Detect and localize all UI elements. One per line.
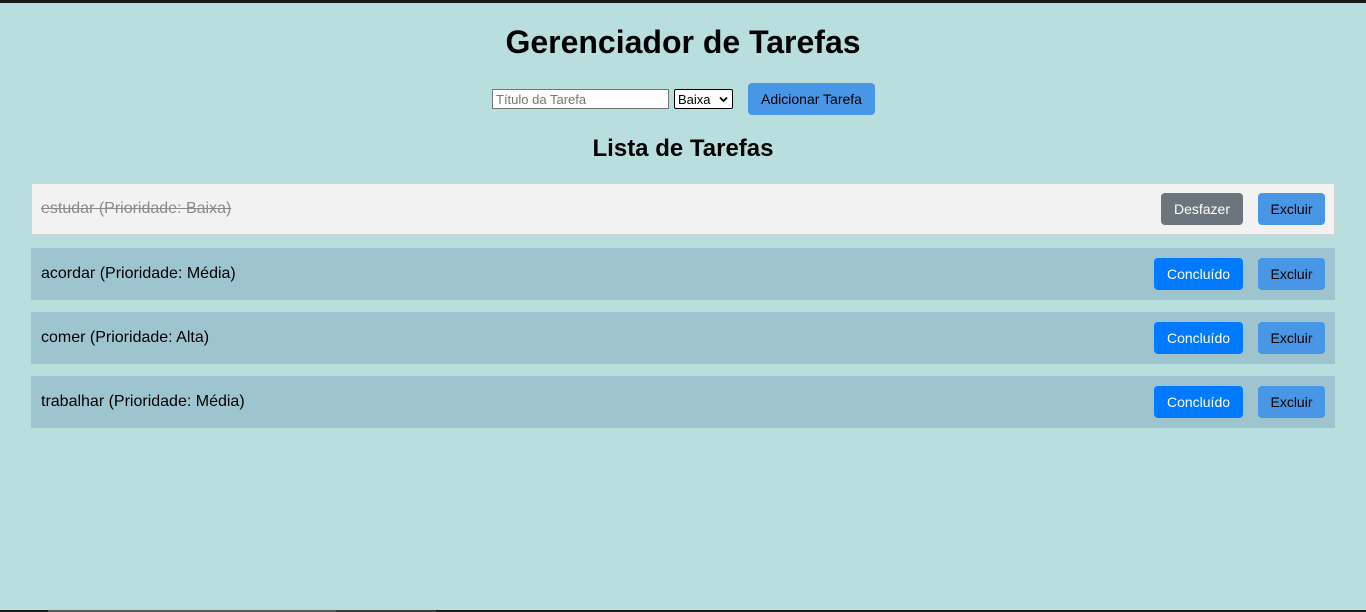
task-title-input[interactable]	[492, 89, 669, 109]
undo-button[interactable]: Desfazer	[1161, 193, 1243, 225]
task-text: acordar (Prioridade: Média)	[41, 265, 236, 282]
task-row: acordar (Prioridade: Média) Concluído Ex…	[31, 248, 1335, 300]
priority-select[interactable]: Baixa	[674, 89, 733, 109]
task-row: trabalhar (Prioridade: Média) Concluído …	[31, 376, 1335, 428]
chevron-down-icon	[719, 96, 728, 103]
complete-button[interactable]: Concluído	[1154, 386, 1243, 418]
priority-select-value: Baixa	[678, 91, 711, 107]
delete-button[interactable]: Excluir	[1258, 193, 1325, 225]
delete-button[interactable]: Excluir	[1258, 258, 1325, 290]
complete-button[interactable]: Concluído	[1154, 322, 1243, 354]
add-task-form: Baixa Adicionar Tarefa	[492, 83, 875, 115]
task-text: estudar (Prioridade: Baixa)	[41, 200, 232, 217]
delete-button[interactable]: Excluir	[1258, 386, 1325, 418]
task-list-title: Lista de Tarefas	[592, 135, 774, 162]
task-text: trabalhar (Prioridade: Média)	[41, 393, 245, 410]
delete-button[interactable]: Excluir	[1258, 322, 1325, 354]
task-text: comer (Prioridade: Alta)	[41, 329, 210, 346]
task-row-done: estudar (Prioridade: Baixa) Desfazer Exc…	[31, 183, 1335, 235]
complete-button[interactable]: Concluído	[1154, 258, 1243, 290]
page-title: Gerenciador de Tarefas	[505, 24, 861, 60]
task-row: comer (Prioridade: Alta) Concluído Exclu…	[31, 312, 1335, 364]
window-top-border	[0, 0, 1366, 3]
add-task-button[interactable]: Adicionar Tarefa	[748, 83, 875, 115]
